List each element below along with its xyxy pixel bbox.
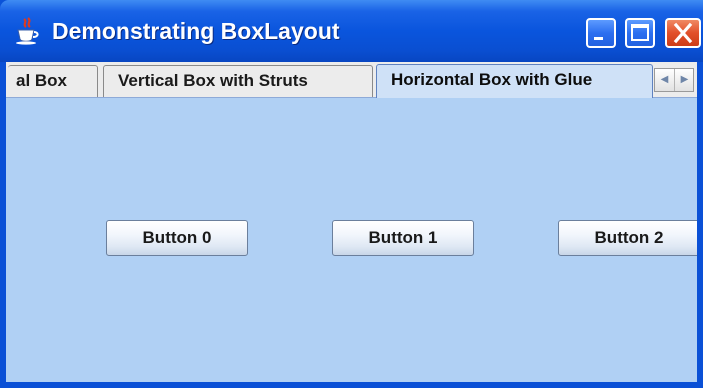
- client-area: al Box Vertical Box with Struts Horizont…: [6, 62, 700, 382]
- minimize-button[interactable]: [586, 18, 616, 48]
- tab-scroll-buttons: ◀ ▶: [654, 68, 694, 92]
- button-0[interactable]: Button 0: [106, 220, 248, 256]
- window-border-bottom: [0, 382, 703, 388]
- tab-horizontal-box-with-glue[interactable]: Horizontal Box with Glue: [376, 64, 653, 98]
- tab-vertical-box[interactable]: al Box: [8, 65, 98, 97]
- tab-content-panel: Button 0 Button 1 Button 2: [6, 98, 700, 382]
- window-border-left: [0, 62, 6, 388]
- close-button[interactable]: [665, 18, 701, 48]
- button-1[interactable]: Button 1: [332, 220, 474, 256]
- title-bar[interactable]: Demonstrating BoxLayout: [0, 0, 703, 62]
- maximize-button[interactable]: [625, 18, 655, 48]
- scroll-left-icon[interactable]: ◀: [655, 69, 675, 91]
- minimize-icon: [594, 37, 603, 40]
- maximize-icon: [631, 24, 649, 41]
- window-border-right: [697, 62, 703, 388]
- button-2[interactable]: Button 2: [558, 220, 700, 256]
- close-icon: [673, 22, 693, 44]
- java-cup-icon[interactable]: [14, 17, 40, 45]
- window-title: Demonstrating BoxLayout: [52, 18, 340, 44]
- scroll-right-icon[interactable]: ▶: [675, 69, 694, 91]
- application-window: Demonstrating BoxLayout al Box Vertical …: [0, 0, 703, 388]
- tab-strip: al Box Vertical Box with Struts Horizont…: [6, 62, 697, 98]
- tab-vertical-box-with-struts[interactable]: Vertical Box with Struts: [103, 65, 373, 97]
